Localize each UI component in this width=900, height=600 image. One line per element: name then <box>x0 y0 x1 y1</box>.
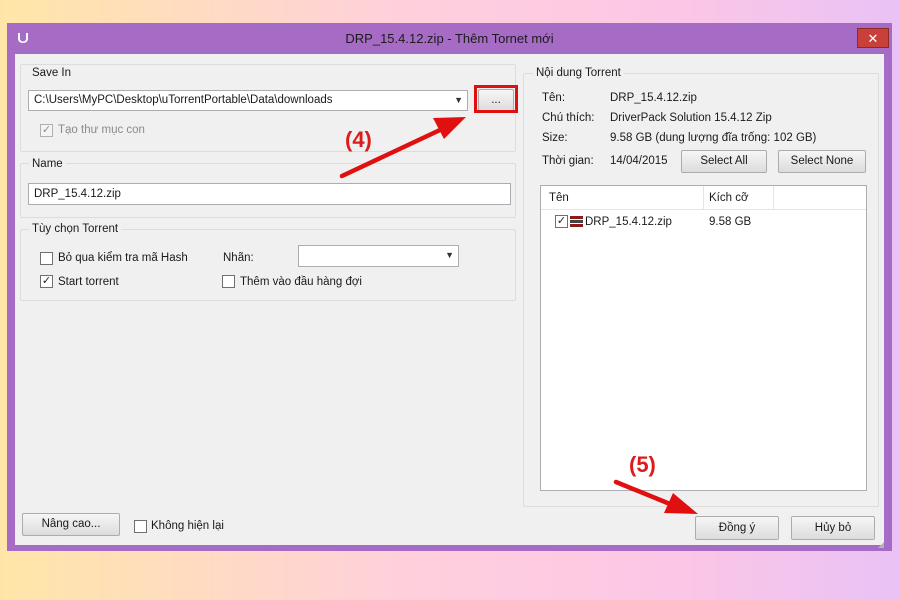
select-all-button[interactable]: Select All <box>681 150 767 173</box>
subfolder-label: Tạo thư mục con <box>58 124 145 136</box>
label-combo[interactable]: ▼ <box>298 245 459 267</box>
column-separator[interactable] <box>773 186 774 210</box>
dont-show-checkbox[interactable] <box>134 520 147 533</box>
file-size: 9.58 GB <box>709 216 752 228</box>
column-separator[interactable] <box>703 186 704 210</box>
save-in-legend: Save In <box>29 67 74 79</box>
label-caption: Nhãn: <box>223 252 254 264</box>
content-comment-value: DriverPack Solution 15.4.12 Zip <box>610 112 772 124</box>
step-4-annotation: (4) <box>345 127 372 152</box>
column-header-name[interactable]: Tên <box>549 192 569 204</box>
archive-file-icon <box>569 215 584 229</box>
torrent-options-legend: Tùy chọn Torrent <box>29 223 122 235</box>
step-5-annotation: (5) <box>629 452 656 477</box>
save-path-combo[interactable]: C:\Users\MyPC\Desktop\uTorrentPortable\D… <box>28 90 468 111</box>
add-torrent-dialog: DRP_15.4.12.zip - Thêm Tornet mới ✕ Save… <box>7 23 892 551</box>
torrent-content-legend: Nội dung Torrent <box>533 67 624 79</box>
save-path-value: C:\Users\MyPC\Desktop\uTorrentPortable\D… <box>34 94 333 106</box>
file-list-header: Tên Kích cỡ <box>541 186 866 210</box>
queue-top-checkbox[interactable] <box>222 275 235 288</box>
cancel-button[interactable]: Hủy bỏ <box>791 516 875 540</box>
skip-hash-label: Bỏ qua kiểm tra mã Hash <box>58 252 188 264</box>
name-legend: Name <box>29 158 66 170</box>
start-torrent-checkbox[interactable]: ✓ <box>40 275 53 288</box>
content-name-key: Tên: <box>542 92 566 104</box>
chevron-down-icon[interactable]: ▼ <box>445 250 454 260</box>
content-name-value: DRP_15.4.12.zip <box>610 92 697 104</box>
column-header-size[interactable]: Kích cỡ <box>709 192 749 204</box>
dont-show-label: Không hiện lại <box>151 520 224 532</box>
browse-highlight-box <box>474 85 518 113</box>
content-date-value: 14/04/2015 <box>610 155 668 167</box>
content-size-value: 9.58 GB (dung lượng đĩa trống: 102 GB) <box>610 132 817 144</box>
torrent-name-field[interactable]: DRP_15.4.12.zip <box>28 183 511 205</box>
dialog-body: Save In C:\Users\MyPC\Desktop\uTorrentPo… <box>15 54 884 548</box>
title-bar[interactable]: DRP_15.4.12.zip - Thêm Tornet mới ✕ <box>7 23 892 53</box>
content-size-key: Size: <box>542 132 568 144</box>
subfolder-checkbox[interactable]: ✓ <box>40 124 53 137</box>
file-checkbox[interactable]: ✓ <box>555 215 568 228</box>
start-torrent-label: Start torrent <box>58 276 119 288</box>
content-comment-key: Chú thích: <box>542 112 595 124</box>
file-name: DRP_15.4.12.zip <box>585 216 672 228</box>
chevron-down-icon[interactable]: ▼ <box>454 91 463 110</box>
window-title: DRP_15.4.12.zip - Thêm Tornet mới <box>345 31 554 46</box>
queue-top-label: Thêm vào đầu hàng đợi <box>240 276 362 288</box>
content-date-key: Thời gian: <box>542 155 594 167</box>
file-list[interactable]: Tên Kích cỡ ✓ DRP_15.4.12.zip 9.58 GB <box>540 185 867 491</box>
resize-grip[interactable] <box>878 539 884 548</box>
advanced-button[interactable]: Nâng cao... <box>22 513 120 536</box>
select-none-button[interactable]: Select None <box>778 150 866 173</box>
skip-hash-checkbox[interactable] <box>40 252 53 265</box>
close-button[interactable]: ✕ <box>857 28 889 48</box>
ok-button[interactable]: Đồng ý <box>695 516 779 540</box>
file-row[interactable]: ✓ DRP_15.4.12.zip 9.58 GB <box>541 213 866 233</box>
